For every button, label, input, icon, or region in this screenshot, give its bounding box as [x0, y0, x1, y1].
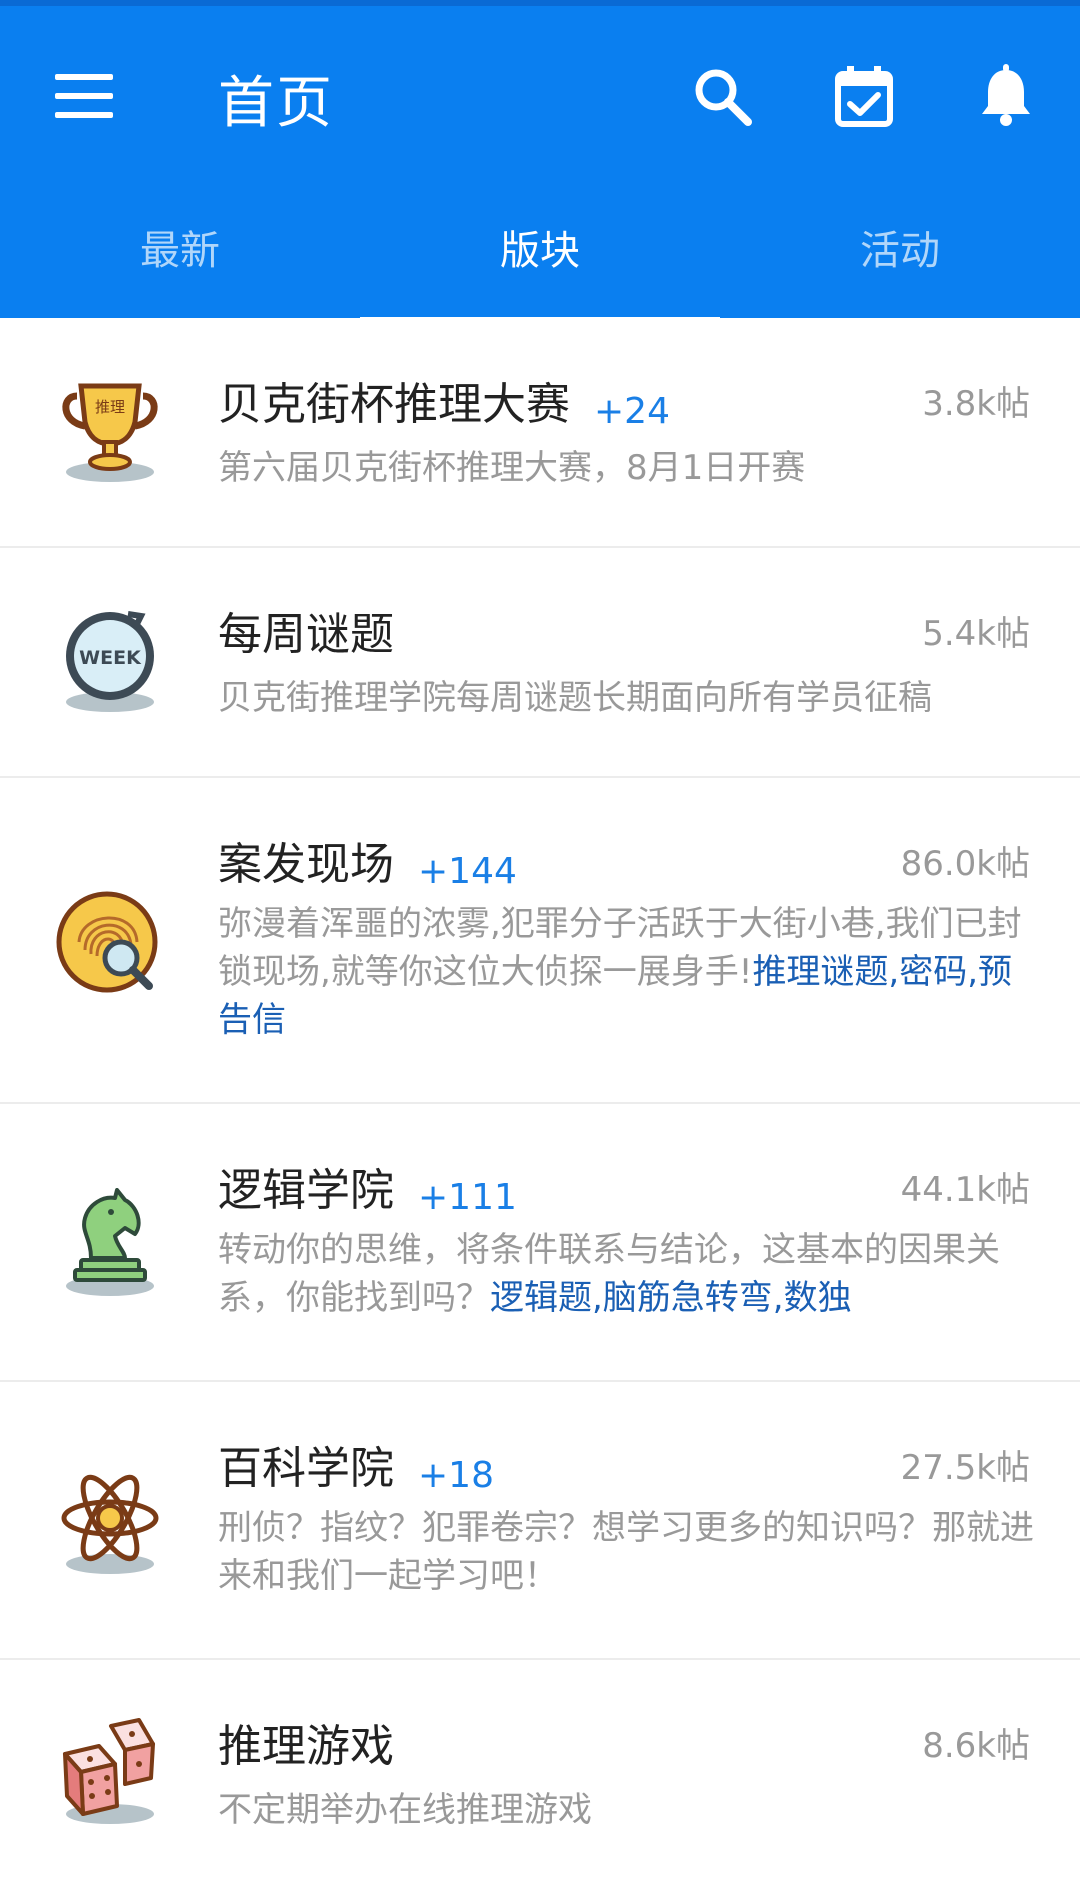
page-title: 首页	[218, 71, 334, 136]
forum-description: 贝克街推理学院每周谜题长期面向所有学员征稿	[218, 674, 1038, 722]
new-posts-badge: +18	[418, 1454, 494, 1496]
forum-description: 第六届贝克街杯推理大赛，8月1日开赛	[218, 444, 1038, 492]
list-item[interactable]: WEEK 每周谜题 5.4k帖 贝克街推理学院每周谜题长期面向所有学员征稿	[0, 548, 1080, 778]
forum-title: 推理游戏	[218, 1721, 394, 1772]
tab-sections[interactable]: 版块	[360, 206, 720, 324]
forum-description: 转动你的思维，将条件联系与结论，这基本的因果关系，你能找到吗？逻辑题,脑筋急转弯…	[218, 1226, 1038, 1322]
menu-icon[interactable]	[55, 74, 113, 118]
bell-icon[interactable]	[974, 64, 1038, 128]
new-posts-badge: +144	[418, 850, 517, 892]
new-posts-badge: +24	[594, 390, 670, 432]
app-header: 首页 最新 版块 活动	[0, 0, 1080, 324]
week-clock-icon: WEEK	[66, 611, 154, 712]
post-count: 5.4k帖	[922, 614, 1030, 654]
week-label: WEEK	[79, 647, 142, 669]
post-count: 44.1k帖	[900, 1170, 1030, 1210]
description-text: 第六届贝克街杯推理大赛，8月1日开赛	[218, 448, 806, 488]
top-bar: 首页	[0, 6, 1080, 181]
post-count: 3.8k帖	[922, 384, 1030, 424]
description-text: 不定期举办在线推理游戏	[218, 1790, 592, 1830]
fingerprint-magnifier-icon	[56, 891, 158, 993]
forum-title: 每周谜题	[218, 609, 394, 660]
search-icon[interactable]	[690, 64, 754, 128]
post-count: 27.5k帖	[900, 1448, 1030, 1488]
tab-latest[interactable]: 最新	[0, 206, 360, 324]
tab-events[interactable]: 活动	[720, 206, 1080, 324]
forum-name: 逻辑学院 +111	[218, 1154, 517, 1218]
forum-name: 百科学院 +18	[218, 1432, 494, 1496]
forum-description: 不定期举办在线推理游戏	[218, 1786, 1038, 1834]
forum-title: 贝克街杯推理大赛	[218, 379, 570, 430]
post-count: 86.0k帖	[900, 844, 1030, 884]
forum-name: 贝克街杯推理大赛 +24	[218, 368, 670, 432]
list-item[interactable]: 逻辑学院 +111 44.1k帖 转动你的思维，将条件联系与结论，这基本的因果关系…	[0, 1104, 1080, 1382]
list-item[interactable]: 百科学院 +18 27.5k帖 刑侦？指纹？犯罪卷宗？想学习更多的知识吗？那就进来…	[0, 1382, 1080, 1660]
post-count: 8.6k帖	[922, 1726, 1030, 1766]
trophy-label-top: 推理	[95, 398, 125, 416]
new-posts-badge: +111	[418, 1176, 517, 1218]
forum-name: 每周谜题	[218, 598, 394, 662]
chess-knight-icon	[66, 1188, 154, 1296]
description-text: 贝克街推理学院每周谜题长期面向所有学员征稿	[218, 678, 932, 718]
forum-description: 弥漫着浑噩的浓雾,犯罪分子活跃于大街小巷,我们已封锁现场,就等你这位大侦探一展身…	[218, 900, 1038, 1044]
tab-bar: 最新 版块 活动	[0, 206, 1080, 324]
forum-title: 百科学院	[218, 1443, 394, 1494]
list-item[interactable]: 推理 贝克街杯推理大赛 +24 3.8k帖 第六届贝克街杯推理大赛，8月1日开赛	[0, 318, 1080, 548]
dice-icon	[63, 1718, 155, 1824]
list-item[interactable]: 案发现场 +144 86.0k帖 弥漫着浑噩的浓雾,犯罪分子活跃于大街小巷,我们已…	[0, 778, 1080, 1104]
forum-title: 逻辑学院	[218, 1165, 394, 1216]
atom-icon	[61, 1474, 159, 1574]
forum-title: 案发现场	[218, 839, 394, 890]
forum-name: 案发现场 +144	[218, 828, 517, 892]
trophy-icon: 推理	[62, 383, 158, 482]
forum-description: 刑侦？指纹？犯罪卷宗？想学习更多的知识吗？那就进来和我们一起学习吧！	[218, 1504, 1038, 1600]
tag-links[interactable]: 逻辑题,脑筋急转弯,数独	[490, 1278, 852, 1318]
description-text: 刑侦？指纹？犯罪卷宗？想学习更多的知识吗？那就进来和我们一起学习吧！	[218, 1508, 1034, 1596]
forum-name: 推理游戏	[218, 1710, 394, 1774]
list-item[interactable]: 推理游戏 8.6k帖 不定期举办在线推理游戏	[0, 1660, 1080, 1890]
calendar-check-icon[interactable]	[832, 64, 896, 128]
